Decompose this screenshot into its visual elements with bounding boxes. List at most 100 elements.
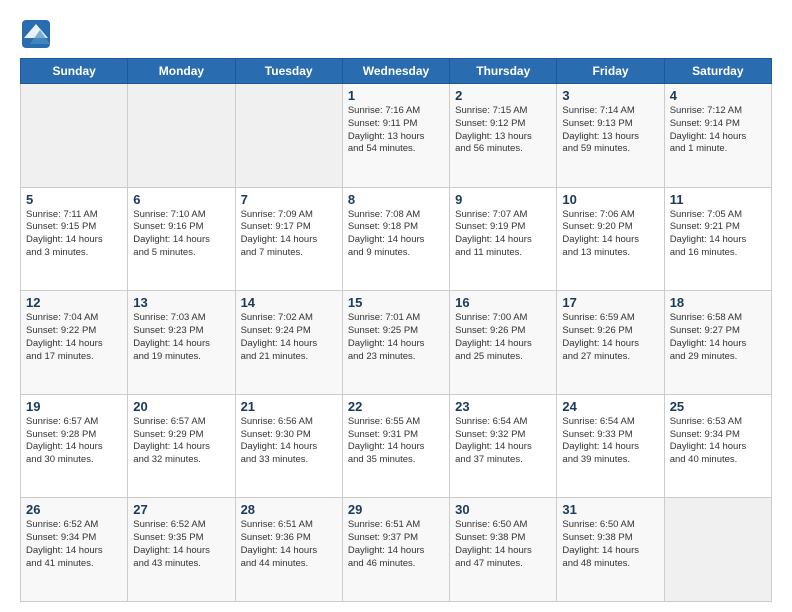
calendar-cell: 26 Sunrise: 6:52 AM Sunset: 9:34 PM Dayli… — [21, 498, 128, 602]
day-info: Sunrise: 6:50 AM Sunset: 9:38 PM Dayligh… — [455, 519, 551, 570]
day-number: 6 — [133, 192, 229, 207]
week-row-3: 12 Sunrise: 7:04 AM Sunset: 9:22 PM Dayli… — [21, 291, 772, 395]
day-info: Sunrise: 7:11 AM Sunset: 9:15 PM Dayligh… — [26, 209, 122, 260]
day-number: 5 — [26, 192, 122, 207]
day-info: Sunrise: 6:58 AM Sunset: 9:27 PM Dayligh… — [670, 312, 766, 363]
day-number: 12 — [26, 295, 122, 310]
day-info: Sunrise: 6:56 AM Sunset: 9:30 PM Dayligh… — [241, 416, 337, 467]
header-row: SundayMondayTuesdayWednesdayThursdayFrid… — [21, 59, 772, 84]
day-info: Sunrise: 6:52 AM Sunset: 9:34 PM Dayligh… — [26, 519, 122, 570]
day-info: Sunrise: 6:55 AM Sunset: 9:31 PM Dayligh… — [348, 416, 444, 467]
day-info: Sunrise: 7:03 AM Sunset: 9:23 PM Dayligh… — [133, 312, 229, 363]
day-number: 20 — [133, 399, 229, 414]
day-number: 29 — [348, 502, 444, 517]
logo — [20, 18, 56, 50]
day-header-friday: Friday — [557, 59, 664, 84]
day-number: 23 — [455, 399, 551, 414]
day-info: Sunrise: 7:07 AM Sunset: 9:19 PM Dayligh… — [455, 209, 551, 260]
calendar-cell: 15 Sunrise: 7:01 AM Sunset: 9:25 PM Dayli… — [342, 291, 449, 395]
week-row-5: 26 Sunrise: 6:52 AM Sunset: 9:34 PM Dayli… — [21, 498, 772, 602]
calendar-body: 1 Sunrise: 7:16 AM Sunset: 9:11 PM Daylig… — [21, 84, 772, 602]
calendar-cell: 19 Sunrise: 6:57 AM Sunset: 9:28 PM Dayli… — [21, 394, 128, 498]
day-header-monday: Monday — [128, 59, 235, 84]
day-info: Sunrise: 6:51 AM Sunset: 9:36 PM Dayligh… — [241, 519, 337, 570]
day-number: 27 — [133, 502, 229, 517]
calendar-cell: 24 Sunrise: 6:54 AM Sunset: 9:33 PM Dayli… — [557, 394, 664, 498]
day-info: Sunrise: 7:12 AM Sunset: 9:14 PM Dayligh… — [670, 105, 766, 156]
day-number: 21 — [241, 399, 337, 414]
calendar-cell: 1 Sunrise: 7:16 AM Sunset: 9:11 PM Daylig… — [342, 84, 449, 188]
day-number: 16 — [455, 295, 551, 310]
day-info: Sunrise: 7:16 AM Sunset: 9:11 PM Dayligh… — [348, 105, 444, 156]
day-info: Sunrise: 6:54 AM Sunset: 9:32 PM Dayligh… — [455, 416, 551, 467]
day-number: 8 — [348, 192, 444, 207]
day-number: 19 — [26, 399, 122, 414]
day-info: Sunrise: 6:57 AM Sunset: 9:28 PM Dayligh… — [26, 416, 122, 467]
day-number: 18 — [670, 295, 766, 310]
day-number: 15 — [348, 295, 444, 310]
day-info: Sunrise: 6:53 AM Sunset: 9:34 PM Dayligh… — [670, 416, 766, 467]
calendar-cell: 2Sunrise: 7:15 AM Sunset: 9:12 PM Daylig… — [450, 84, 557, 188]
calendar-cell — [21, 84, 128, 188]
calendar: SundayMondayTuesdayWednesdayThursdayFrid… — [20, 58, 772, 602]
day-header-sunday: Sunday — [21, 59, 128, 84]
calendar-cell: 17 Sunrise: 6:59 AM Sunset: 9:26 PM Dayli… — [557, 291, 664, 395]
day-info: Sunrise: 7:00 AM Sunset: 9:26 PM Dayligh… — [455, 312, 551, 363]
day-header-wednesday: Wednesday — [342, 59, 449, 84]
day-info: Sunrise: 7:04 AM Sunset: 9:22 PM Dayligh… — [26, 312, 122, 363]
day-info: Sunrise: 6:57 AM Sunset: 9:29 PM Dayligh… — [133, 416, 229, 467]
calendar-cell: 7Sunrise: 7:09 AM Sunset: 9:17 PM Daylig… — [235, 187, 342, 291]
day-number: 22 — [348, 399, 444, 414]
calendar-cell: 5 Sunrise: 7:11 AM Sunset: 9:15 PM Daylig… — [21, 187, 128, 291]
calendar-cell: 29 Sunrise: 6:51 AM Sunset: 9:37 PM Dayli… — [342, 498, 449, 602]
day-number: 4 — [670, 88, 766, 103]
day-info: Sunrise: 7:01 AM Sunset: 9:25 PM Dayligh… — [348, 312, 444, 363]
calendar-cell: 27 Sunrise: 6:52 AM Sunset: 9:35 PM Dayli… — [128, 498, 235, 602]
calendar-cell: 21 Sunrise: 6:56 AM Sunset: 9:30 PM Dayli… — [235, 394, 342, 498]
calendar-cell: 25 Sunrise: 6:53 AM Sunset: 9:34 PM Dayli… — [664, 394, 771, 498]
calendar-cell: 4 Sunrise: 7:12 AM Sunset: 9:14 PM Daylig… — [664, 84, 771, 188]
day-info: Sunrise: 7:02 AM Sunset: 9:24 PM Dayligh… — [241, 312, 337, 363]
day-number: 11 — [670, 192, 766, 207]
day-number: 10 — [562, 192, 658, 207]
day-number: 25 — [670, 399, 766, 414]
week-row-1: 1 Sunrise: 7:16 AM Sunset: 9:11 PM Daylig… — [21, 84, 772, 188]
day-number: 9 — [455, 192, 551, 207]
day-header-thursday: Thursday — [450, 59, 557, 84]
calendar-cell: 20 Sunrise: 6:57 AM Sunset: 9:29 PM Dayli… — [128, 394, 235, 498]
day-number: 24 — [562, 399, 658, 414]
calendar-header: SundayMondayTuesdayWednesdayThursdayFrid… — [21, 59, 772, 84]
calendar-cell: 14 Sunrise: 7:02 AM Sunset: 9:24 PM Dayli… — [235, 291, 342, 395]
day-info: Sunrise: 6:51 AM Sunset: 9:37 PM Dayligh… — [348, 519, 444, 570]
calendar-cell: 10 Sunrise: 7:06 AM Sunset: 9:20 PM Dayli… — [557, 187, 664, 291]
calendar-cell: 30 Sunrise: 6:50 AM Sunset: 9:38 PM Dayli… — [450, 498, 557, 602]
day-info: Sunrise: 7:10 AM Sunset: 9:16 PM Dayligh… — [133, 209, 229, 260]
calendar-cell: 8Sunrise: 7:08 AM Sunset: 9:18 PM Daylig… — [342, 187, 449, 291]
calendar-cell: 28 Sunrise: 6:51 AM Sunset: 9:36 PM Dayli… — [235, 498, 342, 602]
calendar-cell: 23 Sunrise: 6:54 AM Sunset: 9:32 PM Dayli… — [450, 394, 557, 498]
calendar-cell — [664, 498, 771, 602]
day-number: 26 — [26, 502, 122, 517]
calendar-cell: 12 Sunrise: 7:04 AM Sunset: 9:22 PM Dayli… — [21, 291, 128, 395]
day-number: 14 — [241, 295, 337, 310]
day-info: Sunrise: 6:50 AM Sunset: 9:38 PM Dayligh… — [562, 519, 658, 570]
day-info: Sunrise: 6:59 AM Sunset: 9:26 PM Dayligh… — [562, 312, 658, 363]
day-number: 30 — [455, 502, 551, 517]
day-info: Sunrise: 7:15 AM Sunset: 9:12 PM Dayligh… — [455, 105, 551, 156]
day-info: Sunrise: 7:06 AM Sunset: 9:20 PM Dayligh… — [562, 209, 658, 260]
day-number: 17 — [562, 295, 658, 310]
day-number: 3 — [562, 88, 658, 103]
day-info: Sunrise: 6:52 AM Sunset: 9:35 PM Dayligh… — [133, 519, 229, 570]
week-row-4: 19 Sunrise: 6:57 AM Sunset: 9:28 PM Dayli… — [21, 394, 772, 498]
calendar-cell — [235, 84, 342, 188]
page: SundayMondayTuesdayWednesdayThursdayFrid… — [0, 0, 792, 612]
day-number: 31 — [562, 502, 658, 517]
day-number: 28 — [241, 502, 337, 517]
week-row-2: 5 Sunrise: 7:11 AM Sunset: 9:15 PM Daylig… — [21, 187, 772, 291]
day-info: Sunrise: 6:54 AM Sunset: 9:33 PM Dayligh… — [562, 416, 658, 467]
day-number: 1 — [348, 88, 444, 103]
calendar-cell: 9 Sunrise: 7:07 AM Sunset: 9:19 PM Daylig… — [450, 187, 557, 291]
header — [20, 18, 772, 50]
day-info: Sunrise: 7:14 AM Sunset: 9:13 PM Dayligh… — [562, 105, 658, 156]
calendar-cell: 3 Sunrise: 7:14 AM Sunset: 9:13 PM Daylig… — [557, 84, 664, 188]
